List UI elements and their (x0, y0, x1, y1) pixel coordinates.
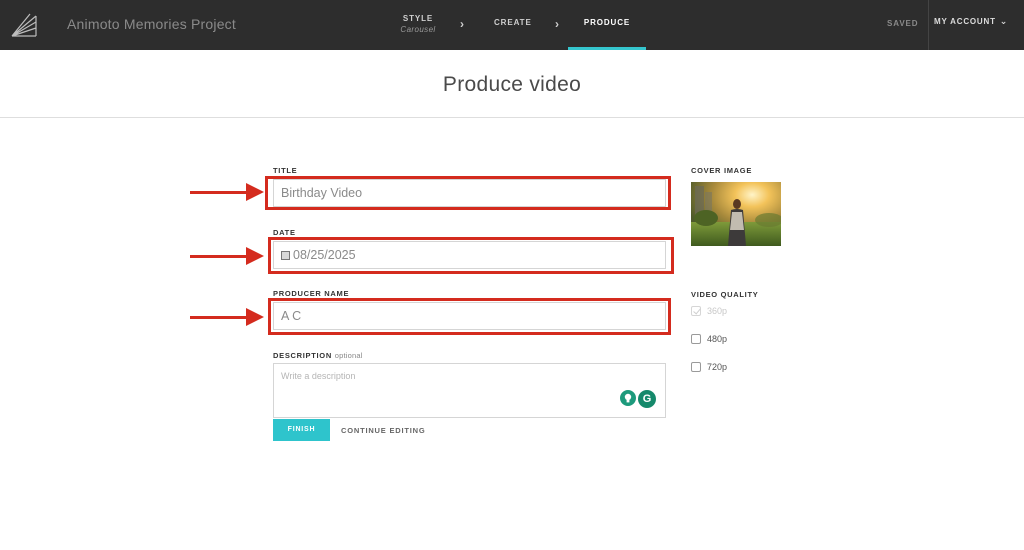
description-textarea[interactable]: Write a description (273, 363, 666, 418)
divider (928, 0, 929, 50)
finish-button[interactable]: FINISH (273, 419, 330, 441)
annotation-arrow-icon (190, 307, 264, 327)
step-produce-label: PRODUCE (583, 18, 631, 27)
quality-option-720p[interactable]: 720p (691, 362, 727, 372)
checkbox[interactable] (691, 306, 701, 316)
annotation-arrow-icon (190, 246, 264, 266)
grammarly-icon[interactable]: G (638, 390, 656, 408)
description-label-text: DESCRIPTION (273, 351, 332, 360)
optional-hint: optional (334, 351, 363, 360)
active-step-indicator (568, 47, 646, 50)
divider (0, 117, 1024, 118)
annotation-highlight-box (268, 298, 671, 335)
checkbox[interactable] (691, 334, 701, 344)
description-label: DESCRIPTION optional (273, 351, 363, 360)
grammarly-widget[interactable]: G (620, 390, 660, 408)
page-title: Produce video (442, 73, 582, 96)
step-create-label: CREATE (494, 18, 532, 27)
step-style-label: STYLE (402, 14, 434, 23)
step-produce[interactable]: PRODUCE (568, 0, 646, 50)
my-account-menu[interactable]: MY ACCOUNT ⌄ (934, 16, 1008, 27)
step-style[interactable]: STYLE Carousel (397, 0, 439, 50)
video-quality-label: VIDEO QUALITY (691, 290, 759, 299)
lightbulb-icon[interactable] (620, 390, 636, 406)
saved-status: SAVED (887, 19, 919, 28)
date-label: DATE (273, 228, 296, 237)
quality-option-480p[interactable]: 480p (691, 334, 727, 344)
animoto-logo-icon[interactable] (10, 12, 38, 38)
cover-image-label: COVER IMAGE (691, 166, 753, 175)
title-label: TITLE (273, 166, 298, 175)
chevron-down-icon: ⌄ (999, 16, 1009, 26)
quality-option-360p[interactable]: 360p (691, 306, 727, 316)
annotation-highlight-box (265, 176, 671, 210)
cover-image-thumbnail[interactable] (691, 182, 781, 246)
continue-editing-link[interactable]: CONTINUE EDITING (341, 426, 425, 435)
producer-name-label: PRODUCER NAME (273, 289, 350, 298)
quality-label: 360p (707, 306, 728, 316)
annotation-highlight-box (268, 237, 674, 274)
step-style-subtitle: Carousel (400, 25, 436, 34)
checkbox[interactable] (691, 362, 701, 372)
quality-label: 720p (707, 362, 728, 372)
top-navigation-bar: Animoto Memories Project STYLE Carousel … (0, 0, 1024, 50)
chevron-right-icon: › (460, 17, 464, 31)
chevron-right-icon: › (555, 17, 559, 31)
description-placeholder: Write a description (281, 371, 356, 381)
project-title[interactable]: Animoto Memories Project (67, 16, 236, 32)
annotation-arrow-icon (190, 182, 264, 202)
quality-label: 480p (707, 334, 728, 344)
my-account-label: MY ACCOUNT (934, 17, 996, 26)
